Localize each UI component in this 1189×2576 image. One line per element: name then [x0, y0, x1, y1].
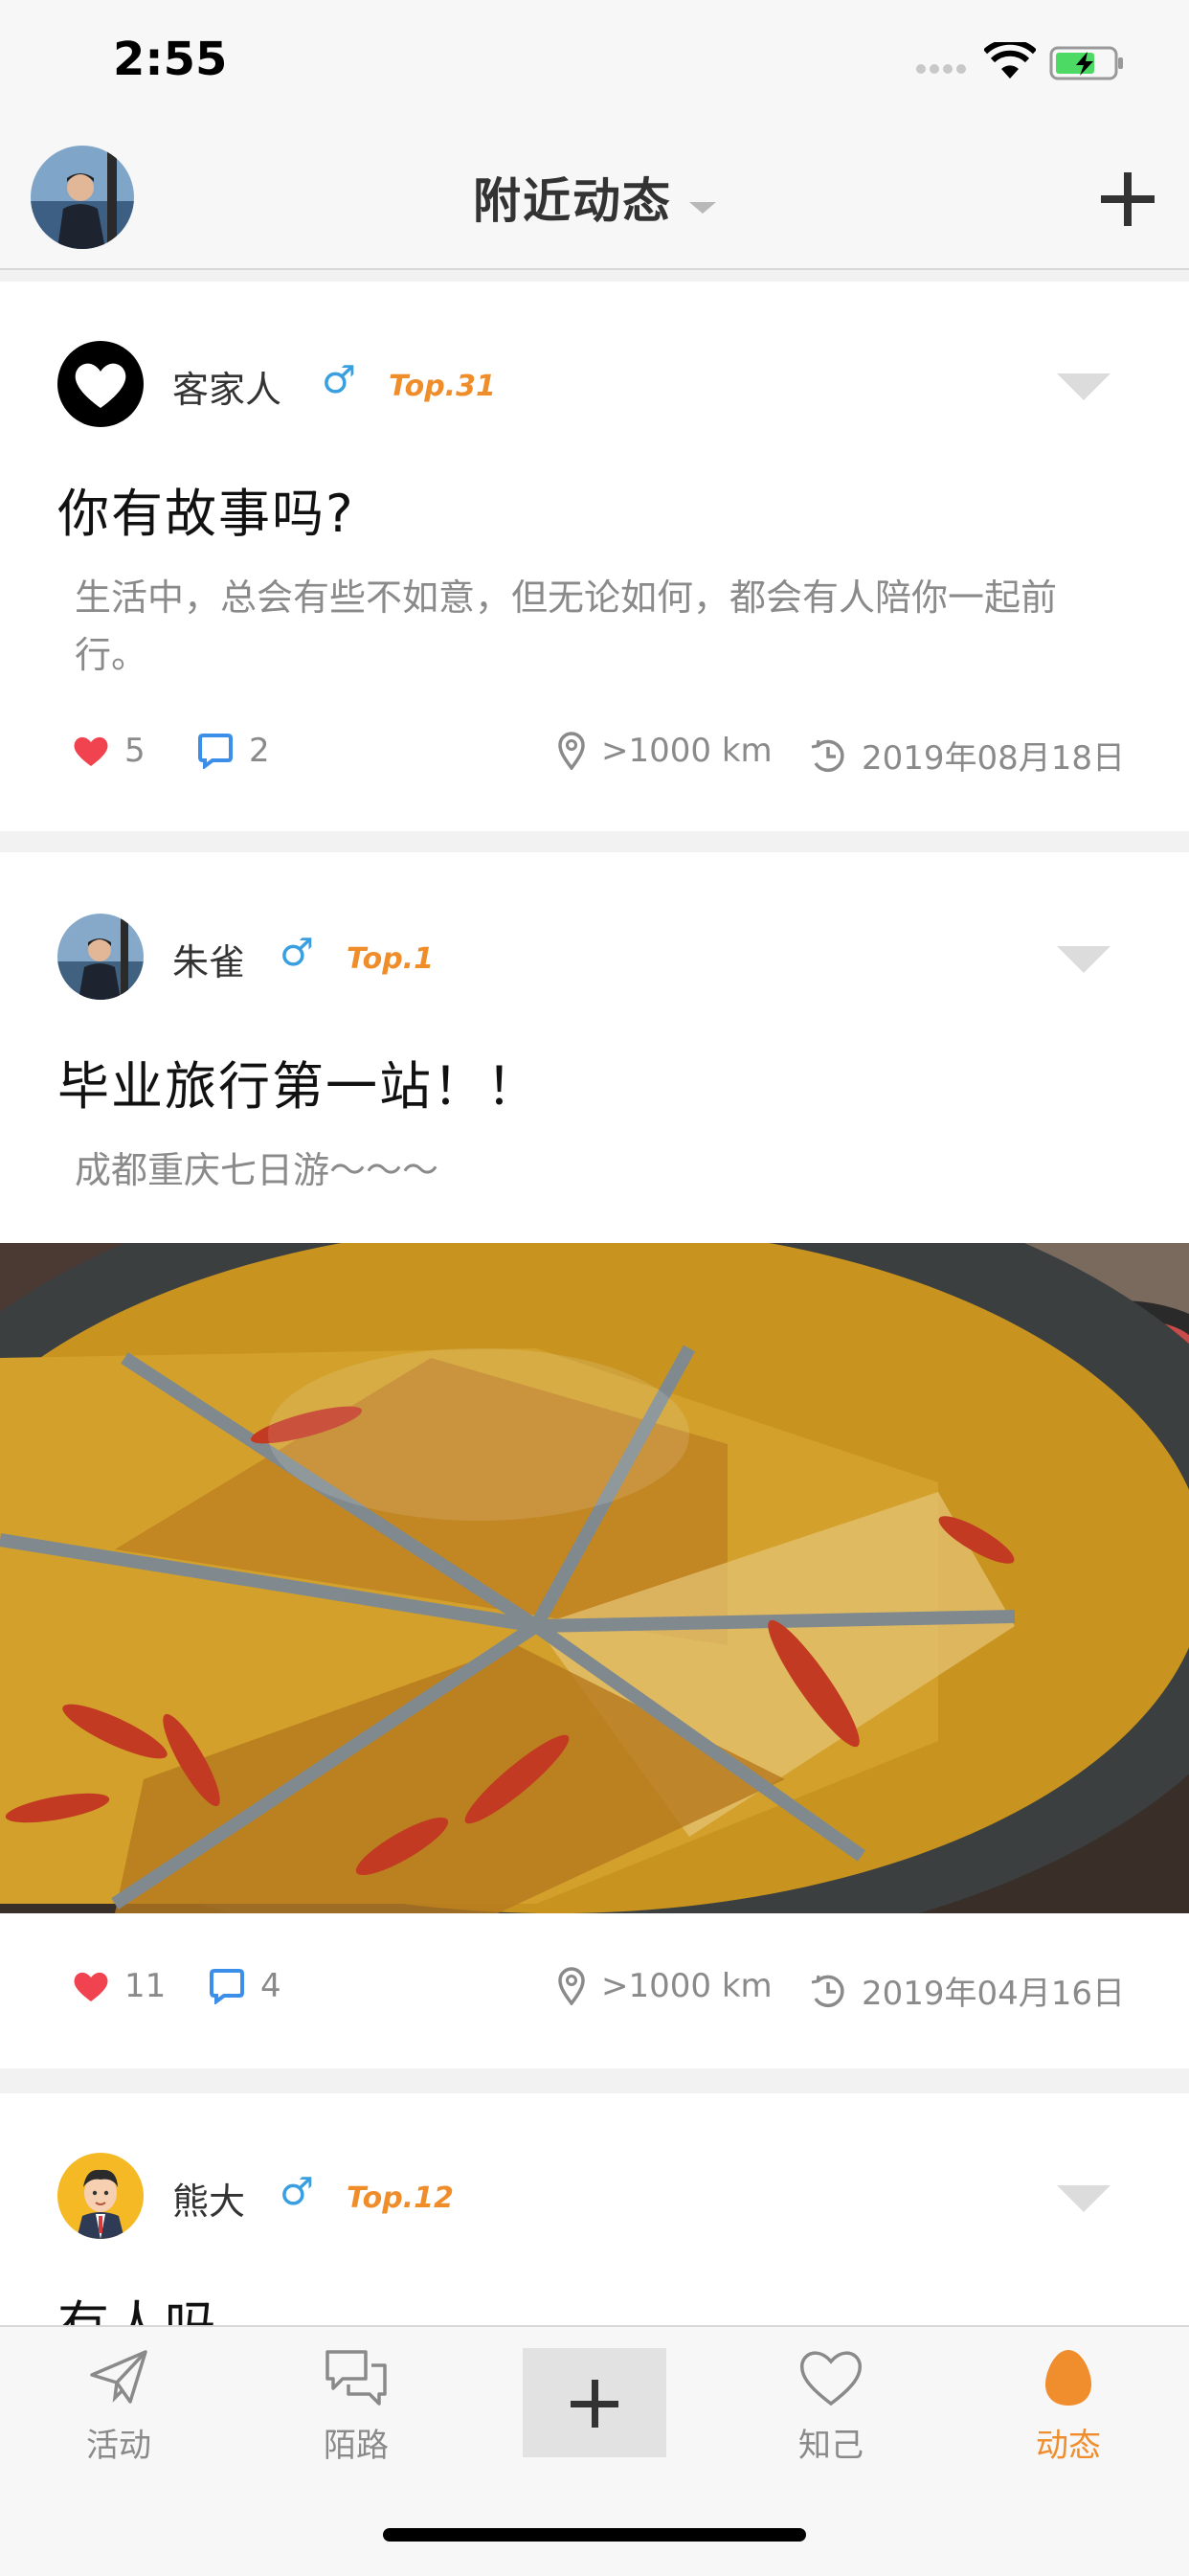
- home-indicator: [383, 2528, 806, 2542]
- user-name[interactable]: 客家人: [172, 360, 281, 413]
- post-body: 生活中，总会有些不如意，但无论如何，都会有人陪你一起前行。: [75, 576, 1058, 676]
- rank-badge: Top.1: [347, 942, 434, 976]
- comment-count: 2: [249, 732, 270, 770]
- nav-bar: 附近动态: [0, 134, 1189, 270]
- status-time: 2:55: [113, 33, 228, 86]
- male-icon: ♂: [322, 358, 356, 402]
- more-options-icon[interactable]: [1057, 373, 1110, 400]
- user-name[interactable]: 朱雀: [172, 933, 245, 985]
- tab-moments[interactable]: 动态: [992, 2346, 1145, 2466]
- tab-activity[interactable]: 活动: [42, 2346, 195, 2466]
- post-card[interactable]: 熊大 ♂ Top.12 有人吗: [0, 2093, 1189, 2325]
- tab-label: 陌路: [324, 2427, 389, 2465]
- user-name[interactable]: 熊大: [172, 2172, 245, 2225]
- avatar[interactable]: [57, 2153, 144, 2239]
- distance-text: >1000 km: [601, 1967, 773, 2005]
- post-body: 成都重庆七日游～～～: [75, 1149, 439, 1191]
- like-button[interactable]: 5: [73, 732, 146, 770]
- location-pin-icon: [558, 732, 585, 770]
- comment-count: 4: [260, 1967, 281, 2005]
- egg-icon: [1045, 2350, 1091, 2406]
- post-title: 有人吗: [57, 2283, 218, 2325]
- cellular-signal-icon: [916, 64, 966, 74]
- rank-badge: Top.12: [347, 2181, 454, 2215]
- like-button[interactable]: 11: [73, 1967, 166, 2005]
- clock-icon: [811, 1975, 844, 2007]
- post-title: 毕业旅行第一站！！: [57, 1056, 540, 1117]
- tab-confidants[interactable]: 知己: [754, 2346, 908, 2466]
- comment-icon: [198, 734, 233, 769]
- status-bar: 2:55: [0, 0, 1189, 134]
- more-options-icon[interactable]: [1057, 2185, 1110, 2212]
- date-text: 2019年04月16日: [862, 1975, 1126, 2013]
- post-photo[interactable]: [0, 1243, 1189, 1913]
- date-stat: 2019年04月16日: [810, 1967, 1125, 2014]
- add-post-button[interactable]: [1099, 170, 1156, 228]
- like-count: 5: [124, 732, 146, 770]
- male-icon: ♂: [280, 931, 314, 975]
- clock-icon: [811, 739, 844, 772]
- tab-label: 活动: [86, 2427, 151, 2465]
- date-stat: 2019年08月18日: [810, 732, 1125, 779]
- tab-strangers[interactable]: 陌路: [280, 2346, 433, 2466]
- heart-icon: [74, 736, 108, 766]
- male-icon: ♂: [280, 2170, 314, 2214]
- chat-bubbles-icon: [325, 2350, 387, 2406]
- battery-charging-icon: [1049, 46, 1123, 80]
- avatar[interactable]: [57, 341, 144, 427]
- page-title: 附近动态: [473, 173, 672, 229]
- tab-add-button[interactable]: [523, 2348, 666, 2457]
- post-card[interactable]: 客家人 ♂ Top.31 你有故事吗? 生活中，总会有些不如意，但无论如何，都会…: [0, 282, 1189, 831]
- tab-label: 知己: [798, 2427, 864, 2465]
- avatar[interactable]: [57, 914, 144, 1000]
- rank-badge: Top.31: [389, 370, 496, 403]
- tab-label: 动态: [1036, 2427, 1101, 2465]
- distance-text: >1000 km: [601, 732, 773, 770]
- location-pin-icon: [558, 1967, 585, 2005]
- paper-plane-icon: [90, 2350, 147, 2404]
- more-options-icon[interactable]: [1057, 946, 1110, 973]
- post-card[interactable]: 朱雀 ♂ Top.1 毕业旅行第一站！！ 成都重庆七日游～～～ 11 4 >10…: [0, 852, 1189, 2068]
- heart-outline-icon: [799, 2351, 863, 2407]
- location-stat: >1000 km: [557, 1967, 773, 2005]
- plus-icon: [571, 2380, 618, 2428]
- comment-icon: [210, 1969, 244, 2004]
- caret-down-icon: [689, 201, 716, 214]
- post-title: 你有故事吗?: [57, 484, 355, 544]
- comment-button[interactable]: 2: [197, 732, 270, 770]
- heart-icon: [74, 1972, 108, 2001]
- date-text: 2019年08月18日: [862, 739, 1126, 778]
- like-count: 11: [124, 1967, 167, 2005]
- comment-button[interactable]: 4: [209, 1967, 281, 2005]
- location-stat: >1000 km: [557, 732, 773, 770]
- wifi-icon: [984, 42, 1036, 79]
- feed-list[interactable]: 客家人 ♂ Top.31 你有故事吗? 生活中，总会有些不如意，但无论如何，都会…: [0, 282, 1189, 2325]
- nav-title-dropdown[interactable]: 附近动态: [0, 163, 1189, 232]
